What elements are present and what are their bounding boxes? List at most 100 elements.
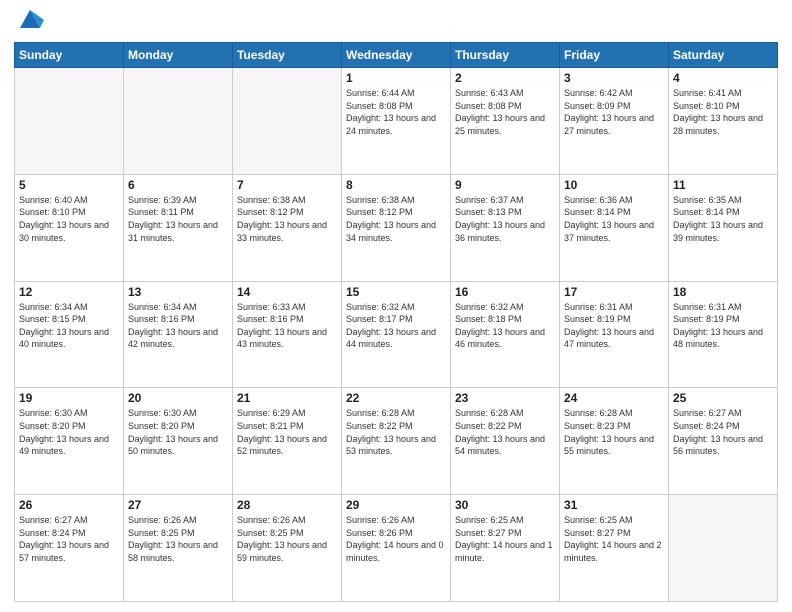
calendar-cell: 20 Sunrise: 6:30 AMSunset: 8:20 PMDayligh… [124, 388, 233, 495]
calendar-cell: 21 Sunrise: 6:29 AMSunset: 8:21 PMDayligh… [233, 388, 342, 495]
calendar-week-5: 26 Sunrise: 6:27 AMSunset: 8:24 PMDayligh… [15, 495, 778, 602]
calendar-cell: 1Sunrise: 6:44 AMSunset: 8:08 PMDaylight… [342, 68, 451, 175]
day-number: 6 [128, 178, 228, 192]
day-info: Sunrise: 6:26 AMSunset: 8:25 PMDaylight:… [237, 514, 337, 564]
day-number: 21 [237, 391, 337, 405]
calendar-cell: 8 Sunrise: 6:38 AMSunset: 8:12 PMDaylight… [342, 174, 451, 281]
day-info: Sunrise: 6:28 AMSunset: 8:22 PMDaylight:… [455, 407, 555, 457]
day-info: Sunrise: 6:27 AMSunset: 8:24 PMDaylight:… [19, 514, 119, 564]
day-number: 20 [128, 391, 228, 405]
day-info: Sunrise: 6:31 AMSunset: 8:19 PMDaylight:… [564, 301, 664, 351]
calendar-cell [124, 68, 233, 175]
calendar-cell: 7Sunrise: 6:38 AMSunset: 8:12 PMDaylight… [233, 174, 342, 281]
calendar-cell: 10 Sunrise: 6:36 AMSunset: 8:14 PMDayligh… [560, 174, 669, 281]
calendar-cell: 3 Sunrise: 6:42 AMSunset: 8:09 PMDaylight… [560, 68, 669, 175]
calendar-cell: 31 Sunrise: 6:25 AMSunset: 8:27 PMDayligh… [560, 495, 669, 602]
day-number: 16 [455, 285, 555, 299]
day-info: Sunrise: 6:37 AMSunset: 8:13 PMDaylight:… [455, 194, 555, 244]
calendar-table: SundayMondayTuesdayWednesdayThursdayFrid… [14, 42, 778, 602]
calendar-cell: 12 Sunrise: 6:34 AMSunset: 8:15 PMDayligh… [15, 281, 124, 388]
day-number: 4 [673, 71, 773, 85]
day-info: Sunrise: 6:26 AMSunset: 8:25 PMDaylight:… [128, 514, 228, 564]
calendar-cell: 29 Sunrise: 6:26 AMSunset: 8:26 PMDayligh… [342, 495, 451, 602]
calendar-cell: 25Sunrise: 6:27 AMSunset: 8:24 PMDayligh… [669, 388, 778, 495]
day-info: Sunrise: 6:29 AMSunset: 8:21 PMDaylight:… [237, 407, 337, 457]
calendar-cell: 23Sunrise: 6:28 AMSunset: 8:22 PMDayligh… [451, 388, 560, 495]
calendar-cell: 30 Sunrise: 6:25 AMSunset: 8:27 PMDayligh… [451, 495, 560, 602]
day-info: Sunrise: 6:35 AMSunset: 8:14 PMDaylight:… [673, 194, 773, 244]
calendar-cell: 6Sunrise: 6:39 AMSunset: 8:11 PMDaylight… [124, 174, 233, 281]
calendar-cell: 22 Sunrise: 6:28 AMSunset: 8:22 PMDayligh… [342, 388, 451, 495]
day-info: Sunrise: 6:28 AMSunset: 8:23 PMDaylight:… [564, 407, 664, 457]
calendar-week-2: 5Sunrise: 6:40 AMSunset: 8:10 PMDaylight… [15, 174, 778, 281]
calendar-cell: 16 Sunrise: 6:32 AMSunset: 8:18 PMDayligh… [451, 281, 560, 388]
day-number: 3 [564, 71, 664, 85]
day-number: 8 [346, 178, 446, 192]
weekday-tuesday: Tuesday [233, 43, 342, 68]
header [14, 10, 778, 34]
calendar-cell: 13Sunrise: 6:34 AMSunset: 8:16 PMDayligh… [124, 281, 233, 388]
calendar-week-1: 1Sunrise: 6:44 AMSunset: 8:08 PMDaylight… [15, 68, 778, 175]
day-number: 25 [673, 391, 773, 405]
day-number: 22 [346, 391, 446, 405]
calendar-cell: 2Sunrise: 6:43 AMSunset: 8:08 PMDaylight… [451, 68, 560, 175]
calendar-cell: 14 Sunrise: 6:33 AMSunset: 8:16 PMDayligh… [233, 281, 342, 388]
day-number: 30 [455, 498, 555, 512]
day-number: 2 [455, 71, 555, 85]
day-info: Sunrise: 6:42 AMSunset: 8:09 PMDaylight:… [564, 87, 664, 137]
day-number: 7 [237, 178, 337, 192]
calendar-cell: 4 Sunrise: 6:41 AMSunset: 8:10 PMDaylight… [669, 68, 778, 175]
day-number: 5 [19, 178, 119, 192]
calendar-cell [233, 68, 342, 175]
day-number: 24 [564, 391, 664, 405]
day-info: Sunrise: 6:44 AMSunset: 8:08 PMDaylight:… [346, 87, 446, 137]
day-info: Sunrise: 6:30 AMSunset: 8:20 PMDaylight:… [19, 407, 119, 457]
weekday-monday: Monday [124, 43, 233, 68]
page: SundayMondayTuesdayWednesdayThursdayFrid… [0, 0, 792, 612]
day-number: 10 [564, 178, 664, 192]
calendar-cell: 24 Sunrise: 6:28 AMSunset: 8:23 PMDayligh… [560, 388, 669, 495]
day-number: 28 [237, 498, 337, 512]
day-info: Sunrise: 6:28 AMSunset: 8:22 PMDaylight:… [346, 407, 446, 457]
day-info: Sunrise: 6:25 AMSunset: 8:27 PMDaylight:… [455, 514, 555, 564]
day-number: 26 [19, 498, 119, 512]
day-info: Sunrise: 6:33 AMSunset: 8:16 PMDaylight:… [237, 301, 337, 351]
calendar-cell: 9 Sunrise: 6:37 AMSunset: 8:13 PMDaylight… [451, 174, 560, 281]
day-info: Sunrise: 6:41 AMSunset: 8:10 PMDaylight:… [673, 87, 773, 137]
calendar-cell [15, 68, 124, 175]
day-info: Sunrise: 6:30 AMSunset: 8:20 PMDaylight:… [128, 407, 228, 457]
weekday-wednesday: Wednesday [342, 43, 451, 68]
day-number: 11 [673, 178, 773, 192]
weekday-saturday: Saturday [669, 43, 778, 68]
calendar-cell: 17Sunrise: 6:31 AMSunset: 8:19 PMDayligh… [560, 281, 669, 388]
calendar-cell: 28 Sunrise: 6:26 AMSunset: 8:25 PMDayligh… [233, 495, 342, 602]
logo-icon [16, 6, 44, 34]
calendar-cell: 15Sunrise: 6:32 AMSunset: 8:17 PMDayligh… [342, 281, 451, 388]
day-info: Sunrise: 6:32 AMSunset: 8:18 PMDaylight:… [455, 301, 555, 351]
weekday-thursday: Thursday [451, 43, 560, 68]
day-info: Sunrise: 6:25 AMSunset: 8:27 PMDaylight:… [564, 514, 664, 564]
calendar-cell: 26 Sunrise: 6:27 AMSunset: 8:24 PMDayligh… [15, 495, 124, 602]
calendar-cell: 18 Sunrise: 6:31 AMSunset: 8:19 PMDayligh… [669, 281, 778, 388]
day-number: 18 [673, 285, 773, 299]
day-info: Sunrise: 6:34 AMSunset: 8:15 PMDaylight:… [19, 301, 119, 351]
calendar-cell: 5Sunrise: 6:40 AMSunset: 8:10 PMDaylight… [15, 174, 124, 281]
day-info: Sunrise: 6:32 AMSunset: 8:17 PMDaylight:… [346, 301, 446, 351]
day-info: Sunrise: 6:26 AMSunset: 8:26 PMDaylight:… [346, 514, 446, 564]
calendar-cell: 19 Sunrise: 6:30 AMSunset: 8:20 PMDayligh… [15, 388, 124, 495]
logo [14, 10, 44, 34]
day-number: 12 [19, 285, 119, 299]
day-number: 9 [455, 178, 555, 192]
weekday-sunday: Sunday [15, 43, 124, 68]
day-info: Sunrise: 6:31 AMSunset: 8:19 PMDaylight:… [673, 301, 773, 351]
day-number: 19 [19, 391, 119, 405]
day-info: Sunrise: 6:36 AMSunset: 8:14 PMDaylight:… [564, 194, 664, 244]
day-info: Sunrise: 6:38 AMSunset: 8:12 PMDaylight:… [346, 194, 446, 244]
day-number: 14 [237, 285, 337, 299]
calendar-week-4: 19 Sunrise: 6:30 AMSunset: 8:20 PMDayligh… [15, 388, 778, 495]
weekday-friday: Friday [560, 43, 669, 68]
day-number: 13 [128, 285, 228, 299]
day-number: 31 [564, 498, 664, 512]
calendar-cell [669, 495, 778, 602]
day-number: 29 [346, 498, 446, 512]
